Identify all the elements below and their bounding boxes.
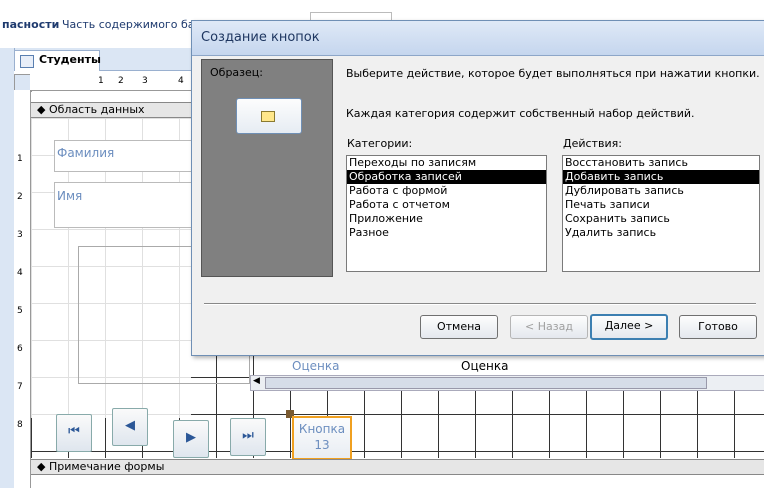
first-record-icon: ⏮ [68,424,80,439]
form-footer-section-header[interactable]: ◆ Примечание формы [31,459,764,475]
ruler-mark: 3 [142,76,148,86]
category-item-selected[interactable]: Обработка записей [347,170,546,184]
category-item[interactable]: Переходы по записям [347,156,546,170]
action-item[interactable]: Печать записи [563,198,759,212]
scrollbar-thumb[interactable] [265,377,707,389]
ruler-mark: 5 [17,306,23,316]
form-footer-area[interactable] [31,476,764,488]
new-button-caption: Кнопка [298,422,346,436]
surname-field[interactable]: Фамилия [54,140,198,172]
action-item-selected[interactable]: Добавить запись [563,170,759,184]
action-item[interactable]: Восстановить запись [563,156,759,170]
first-record-button[interactable]: ⏮ [56,414,92,452]
sample-label: Образец: [210,66,263,79]
collapse-icon: ◆ [37,460,46,473]
sample-button-preview [236,98,302,134]
categories-label: Категории: [347,137,413,150]
vertical-ruler: 1 2 3 4 5 6 7 8 [14,90,31,488]
horizontal-scrollbar[interactable]: ◀ [250,375,764,391]
previous-record-button[interactable]: ◀ [112,408,148,446]
grade-label: Оценка [292,359,340,373]
new-record-icon [261,111,275,122]
scroll-left-icon[interactable]: ◀ [253,376,260,386]
action-item[interactable]: Сохранить запись [563,212,759,226]
actions-label: Действия: [563,137,622,150]
category-item[interactable]: Приложение [347,212,546,226]
security-warning-label: пасности [2,18,60,31]
next-record-icon: ▶ [186,430,196,445]
ruler-mark: 8 [17,420,23,430]
section-label: Примечание формы [48,460,165,473]
category-item[interactable]: Работа с отчетом [347,198,546,212]
ruler-mark: 1 [98,76,104,86]
category-item[interactable]: Разное [347,226,546,240]
new-button-number: 13 [314,438,330,452]
next-record-button[interactable]: ▶ [173,420,209,458]
ruler-mark: 2 [17,192,23,202]
navigation-pane-collapsed[interactable] [0,48,15,488]
dialog-title-bar[interactable]: Создание кнопок [192,21,764,56]
security-message: Часть содержимого базы [62,18,210,31]
ruler-mark: 6 [17,344,23,354]
ruler-mark: 1 [17,154,23,164]
form-icon [20,55,34,68]
tab-label: Студенты [39,53,101,66]
section-label: Область данных [48,103,145,116]
grade-field[interactable]: Оценка [461,359,508,373]
last-record-icon: ⏭ [242,428,254,443]
sample-preview-panel: Образец: [201,59,333,277]
instruction-text: Выберите действие, которое будет выполня… [346,67,760,80]
dialog-title: Создание кнопок [201,30,320,45]
hint-text: Каждая категория содержит собственный на… [346,107,695,120]
name-field[interactable]: Имя [54,182,198,228]
collapse-icon: ◆ [37,103,46,116]
tab-students[interactable]: Студенты [14,50,101,71]
finish-button[interactable]: Готово [679,315,757,339]
previous-record-icon: ◀ [125,418,135,433]
ruler-mark: 7 [17,382,23,392]
command-button-wizard-dialog: Создание кнопок Образец: Выберите действ… [191,20,764,356]
actions-listbox[interactable]: Восстановить запись Добавить запись Дубл… [562,155,760,272]
last-record-button[interactable]: ⏭ [230,418,266,456]
ruler-mark: 3 [17,230,23,240]
subform-row: Оценка Оценка [255,354,764,375]
action-item[interactable]: Удалить запись [563,226,759,240]
next-button[interactable]: Далее > [590,314,668,340]
new-command-button[interactable]: Кнопка 13 [292,416,352,460]
categories-listbox[interactable]: Переходы по записям Обработка записей Ра… [346,155,547,272]
cancel-button[interactable]: Отмена [420,315,498,339]
back-button[interactable]: < Назад [510,315,588,339]
ruler-mark: 4 [178,76,184,86]
ruler-mark: 4 [17,268,23,278]
action-item[interactable]: Дублировать запись [563,184,759,198]
category-item[interactable]: Работа с формой [347,184,546,198]
ruler-mark: 2 [118,76,124,86]
dialog-separator [204,303,756,305]
